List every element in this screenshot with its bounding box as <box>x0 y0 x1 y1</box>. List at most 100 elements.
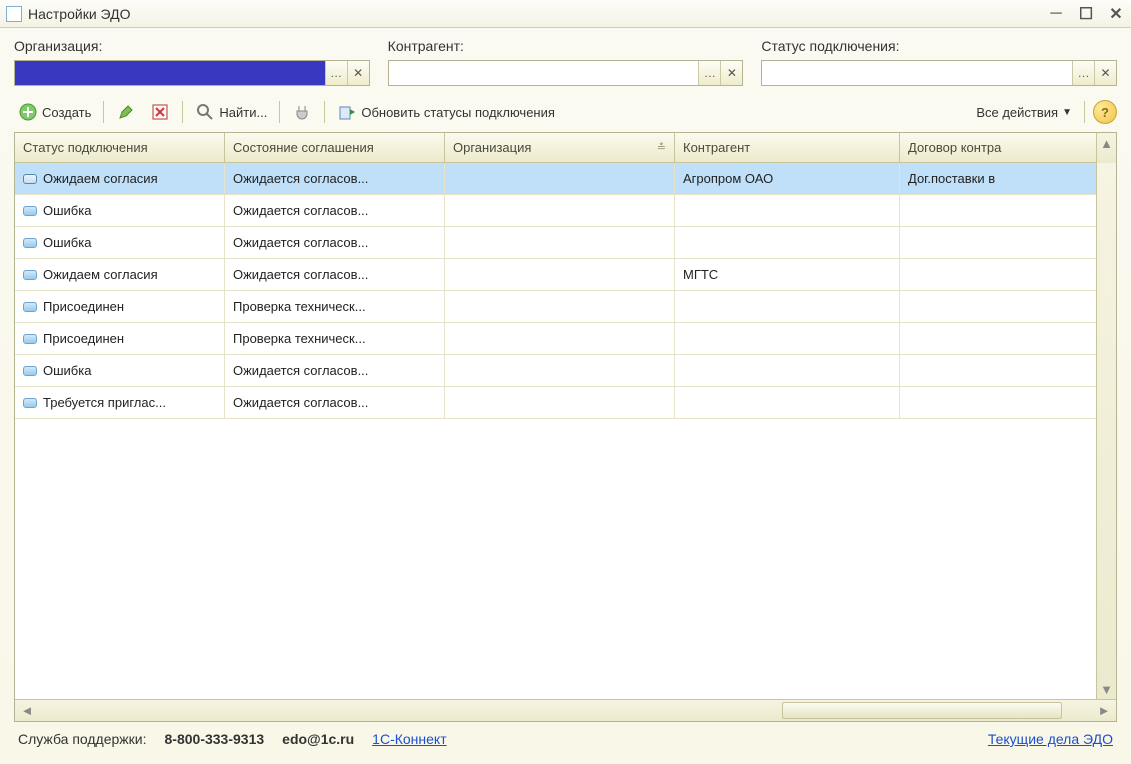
cell-contract <box>900 323 1065 354</box>
row-status-icon <box>23 302 37 312</box>
row-status-icon <box>23 398 37 408</box>
table-body-area: Ожидаем согласияОжидается согласов...Агр… <box>15 163 1116 699</box>
cell-organization <box>445 291 675 322</box>
column-organization[interactable]: Организация ≛ <box>445 133 675 162</box>
close-button[interactable]: ✕ <box>1107 5 1125 23</box>
row-status-icon <box>23 270 37 280</box>
table-row[interactable]: ПрисоединенПроверка техническ... <box>15 323 1096 355</box>
table-row[interactable]: ПрисоединенПроверка техническ... <box>15 291 1096 323</box>
filter-status-select-button[interactable]: … <box>1072 61 1094 85</box>
column-status[interactable]: Статус подключения <box>15 133 225 162</box>
edo-link[interactable]: Текущие дела ЭДО <box>988 731 1113 747</box>
magnifier-icon <box>195 102 215 122</box>
cell-status-text: Требуется приглас... <box>43 395 166 410</box>
cell-organization <box>445 195 675 226</box>
hscroll-left[interactable]: ◄ <box>15 703 39 718</box>
find-button[interactable]: Найти... <box>191 99 271 125</box>
filter-status-clear-button[interactable]: ✕ <box>1094 61 1116 85</box>
cell-organization <box>445 163 675 194</box>
filter-organization-label: Организация: <box>14 38 370 54</box>
filter-status-value[interactable] <box>762 61 1072 85</box>
refresh-button[interactable]: Обновить статусы подключения <box>333 99 559 125</box>
refresh-label: Обновить статусы подключения <box>361 105 555 120</box>
delete-icon <box>150 102 170 122</box>
cell-organization <box>445 227 675 258</box>
table-row[interactable]: Ожидаем согласияОжидается согласов...МГТ… <box>15 259 1096 291</box>
cell-contract <box>900 387 1065 418</box>
cell-contragent <box>675 195 900 226</box>
create-label: Создать <box>42 105 91 120</box>
filter-organization: Организация: … ✕ <box>14 38 370 86</box>
filter-status: Статус подключения: … ✕ <box>761 38 1117 86</box>
cell-state: Ожидается согласов... <box>225 259 445 290</box>
connect-link[interactable]: 1С-Коннект <box>372 731 446 747</box>
filter-organization-clear-button[interactable]: ✕ <box>347 61 369 85</box>
refresh-icon <box>337 102 357 122</box>
support-email: edo@1c.ru <box>282 731 354 747</box>
table-row[interactable]: ОшибкаОжидается согласов... <box>15 195 1096 227</box>
maximize-button[interactable]: ☐ <box>1077 5 1095 23</box>
column-organization-label: Организация <box>453 140 531 155</box>
all-actions-label: Все действия <box>976 105 1058 120</box>
filter-row: Организация: … ✕ Контрагент: … ✕ Статус … <box>14 38 1117 86</box>
edit-button[interactable] <box>112 99 140 125</box>
cell-state: Проверка техническ... <box>225 291 445 322</box>
cell-contract <box>900 227 1065 258</box>
filter-contragent-input[interactable]: … ✕ <box>388 60 744 86</box>
all-actions-button[interactable]: Все действия ▼ <box>972 99 1076 125</box>
pencil-icon <box>116 102 136 122</box>
plug-icon <box>292 102 312 122</box>
hscroll[interactable]: ◄ ► <box>15 699 1116 721</box>
document-icon <box>6 6 22 22</box>
cell-status: Присоединен <box>15 323 225 354</box>
table-row[interactable]: Требуется приглас... Ожидается согласов..… <box>15 387 1096 419</box>
vscroll-header-gap: ▲ <box>1096 133 1116 163</box>
vscroll-down[interactable]: ▼ <box>1097 679 1116 699</box>
filter-contragent-value[interactable] <box>389 61 699 85</box>
content-area: Организация: … ✕ Контрагент: … ✕ Статус … <box>0 28 1131 764</box>
cell-status: Ожидаем согласия <box>15 259 225 290</box>
table-header: Статус подключения Состояние соглашения … <box>15 133 1096 163</box>
vscroll[interactable]: ▼ <box>1096 163 1116 699</box>
row-status-icon <box>23 366 37 376</box>
cell-status: Ошибка <box>15 227 225 258</box>
table-row[interactable]: ОшибкаОжидается согласов... <box>15 355 1096 387</box>
toolbar-separator <box>279 101 280 123</box>
filter-organization-select-button[interactable]: … <box>325 61 347 85</box>
column-state[interactable]: Состояние соглашения <box>225 133 445 162</box>
sort-icon: ≛ <box>657 141 666 154</box>
find-label: Найти... <box>219 105 267 120</box>
window-controls: ─ ☐ ✕ <box>1047 5 1125 23</box>
cell-state: Ожидается согласов... <box>225 227 445 258</box>
cell-status: Ошибка <box>15 195 225 226</box>
vscroll-up[interactable]: ▲ <box>1097 133 1116 153</box>
column-contract[interactable]: Договор контра <box>900 133 1065 162</box>
plug-button[interactable] <box>288 99 316 125</box>
hscroll-right[interactable]: ► <box>1092 703 1116 718</box>
table: Статус подключения Состояние соглашения … <box>14 132 1117 722</box>
row-status-icon <box>23 174 37 184</box>
create-button[interactable]: Создать <box>14 99 95 125</box>
chevron-down-icon: ▼ <box>1062 107 1072 118</box>
minimize-button[interactable]: ─ <box>1047 5 1065 23</box>
cell-status-text: Ожидаем согласия <box>43 171 158 186</box>
toolbar-separator <box>1084 101 1085 123</box>
cell-organization <box>445 387 675 418</box>
delete-button[interactable] <box>146 99 174 125</box>
filter-contragent-select-button[interactable]: … <box>698 61 720 85</box>
filter-status-input[interactable]: … ✕ <box>761 60 1117 86</box>
cell-state: Ожидается согласов... <box>225 387 445 418</box>
filter-contragent-clear-button[interactable]: ✕ <box>720 61 742 85</box>
cell-status: Присоединен <box>15 291 225 322</box>
hscroll-track[interactable] <box>39 700 1092 721</box>
table-row[interactable]: ОшибкаОжидается согласов... <box>15 227 1096 259</box>
support-phone: 8-800-333-9313 <box>165 731 265 747</box>
filter-organization-value[interactable] <box>15 61 325 85</box>
support-label: Служба поддержки: <box>18 731 147 747</box>
filter-organization-input[interactable]: … ✕ <box>14 60 370 86</box>
hscroll-thumb[interactable] <box>782 702 1062 719</box>
table-row[interactable]: Ожидаем согласияОжидается согласов...Агр… <box>15 163 1096 195</box>
column-contragent[interactable]: Контрагент <box>675 133 900 162</box>
cell-status-text: Присоединен <box>43 331 124 346</box>
help-button[interactable]: ? <box>1093 100 1117 124</box>
